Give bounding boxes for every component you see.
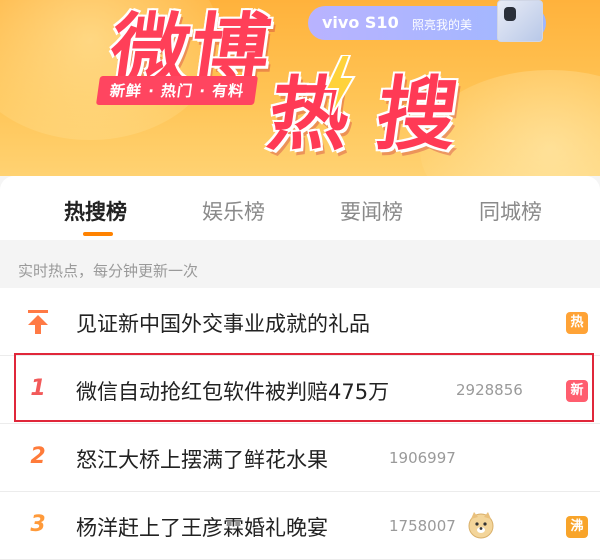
tab-local[interactable]: 同城榜 [479, 196, 542, 226]
ad-brand[interactable]: vivo S10 [322, 13, 399, 32]
hot-badge: 热 [566, 312, 588, 334]
hot-search-banner: vivo S10 照亮我的美 微博 热搜 新鲜 · 热门 · 有料 [0, 0, 600, 176]
tab-entertainment[interactable]: 娱乐榜 [202, 196, 265, 226]
doge-emoji-icon [468, 512, 494, 539]
rank-number: 2 [30, 444, 46, 469]
item-title[interactable]: 怒江大桥上摆满了鲜花水果 [76, 444, 328, 474]
ad-slogan[interactable]: 照亮我的美 [412, 16, 472, 33]
boil-badge: 沸 [566, 516, 588, 538]
tab-hot-search[interactable]: 热搜榜 [64, 196, 127, 226]
list-item[interactable]: 1 微信自动抢红包软件被判赔475万 2928856 新 [0, 356, 600, 424]
item-title[interactable]: 微信自动抢红包软件被判赔475万 [76, 376, 389, 406]
rank-number: 3 [30, 512, 46, 537]
update-notice-text: 实时热点，每分钟更新一次 [18, 262, 199, 280]
list-item[interactable]: 见证新中国外交事业成就的礼品 热 [0, 288, 600, 356]
hot-search-logo: 热搜 [262, 68, 492, 161]
tab-news[interactable]: 要闻榜 [340, 196, 403, 226]
search-count: 2928856 [456, 381, 523, 399]
phone-image [497, 0, 543, 42]
search-count: 1906997 [389, 449, 456, 467]
ranking-tabs: 热搜榜 娱乐榜 要闻榜 同城榜 [0, 176, 600, 240]
search-count: 1758007 [389, 517, 456, 535]
list-item[interactable]: 3 杨洋赶上了王彦霖婚礼晚宴 1758007 沸 [0, 492, 600, 560]
update-notice: 实时热点，每分钟更新一次 [0, 240, 600, 288]
list-item[interactable]: 2 怒江大桥上摆满了鲜花水果 1906997 [0, 424, 600, 492]
item-title[interactable]: 杨洋赶上了王彦霖婚礼晚宴 [76, 512, 328, 542]
active-tab-indicator [83, 232, 113, 236]
item-title[interactable]: 见证新中国外交事业成就的礼品 [76, 308, 370, 338]
banner-tagline: 新鲜 · 热门 · 有料 [95, 76, 259, 105]
rank-number: 1 [30, 376, 46, 401]
new-badge: 新 [566, 380, 588, 402]
lightning-icon [324, 55, 356, 115]
pin-top-icon [28, 310, 48, 334]
